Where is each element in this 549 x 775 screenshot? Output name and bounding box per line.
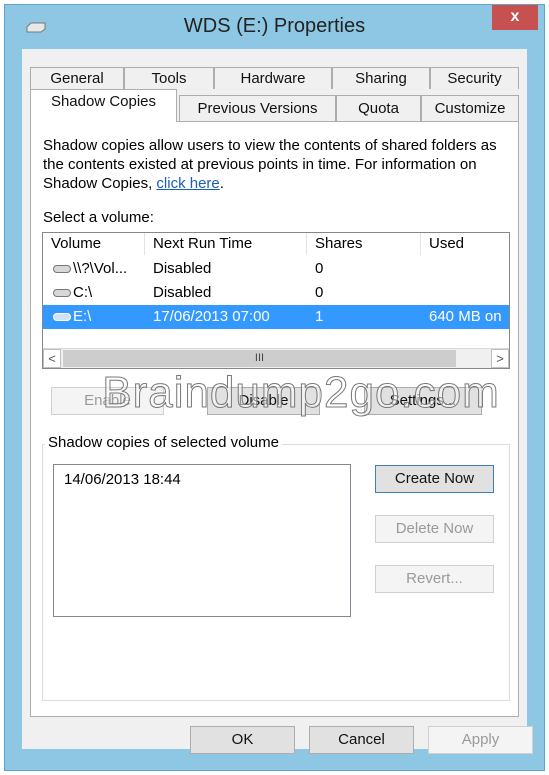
- tab-shadow-copies[interactable]: Shadow Copies: [30, 89, 177, 122]
- scroll-left-button[interactable]: <: [43, 349, 61, 368]
- volume-row[interactable]: C:\ Disabled 0: [43, 281, 509, 305]
- delete-now-button[interactable]: Delete Now: [375, 515, 494, 543]
- create-now-button[interactable]: Create Now: [375, 465, 494, 493]
- tab-quota[interactable]: Quota: [336, 95, 421, 121]
- cell-shares: 1: [315, 308, 324, 325]
- column-header-used[interactable]: Used: [421, 233, 509, 255]
- cell-next-run: Disabled: [153, 260, 212, 277]
- cell-next-run: Disabled: [153, 284, 212, 301]
- cancel-button[interactable]: Cancel: [309, 726, 414, 754]
- revert-button[interactable]: Revert...: [375, 565, 494, 593]
- tab-hardware[interactable]: Hardware: [214, 67, 332, 89]
- drive-icon: [53, 289, 71, 297]
- dialog-client: General Tools Hardware Sharing Security …: [22, 49, 533, 754]
- volume-row[interactable]: \\?\Vol... Disabled 0: [43, 257, 509, 281]
- description-text: Shadow copies allow users to view the co…: [43, 136, 511, 193]
- disable-button[interactable]: Disable: [207, 387, 320, 415]
- shadow-copy-item[interactable]: 14/06/2013 18:44: [64, 471, 181, 488]
- properties-window: WDS (E:) Properties x General Tools Hard…: [4, 4, 545, 771]
- settings-button[interactable]: Settings...: [364, 387, 482, 415]
- cell-shares: 0: [315, 260, 324, 277]
- cell-used: 640 MB on: [429, 308, 502, 325]
- scroll-right-button[interactable]: >: [491, 349, 509, 368]
- window-title: WDS (E:) Properties: [183, 15, 366, 37]
- description-body: Shadow copies allow users to view the co…: [43, 137, 497, 192]
- group-title: Shadow copies of selected volume: [45, 434, 282, 451]
- enable-button[interactable]: Enable: [51, 387, 164, 415]
- cell-next-run: 17/06/2013 07:00: [153, 308, 270, 325]
- tab-customize[interactable]: Customize: [421, 95, 519, 121]
- tab-general[interactable]: General: [30, 67, 124, 89]
- description-suffix: .: [219, 175, 224, 192]
- column-header-shares[interactable]: Shares: [307, 233, 421, 255]
- drive-icon: [53, 313, 71, 321]
- scroll-thumb[interactable]: III: [63, 350, 456, 367]
- volume-row-selected[interactable]: E:\ 17/06/2013 07:00 1 640 MB on: [43, 305, 509, 329]
- horizontal-scrollbar[interactable]: < III >: [43, 348, 509, 368]
- column-header-volume[interactable]: Volume: [43, 233, 145, 255]
- volume-list[interactable]: Volume Next Run Time Shares Used \\?\Vol…: [42, 232, 510, 369]
- volume-list-header: Volume Next Run Time Shares Used: [43, 233, 509, 256]
- cell-volume: \\?\Vol...: [73, 260, 128, 277]
- column-header-next-run-time[interactable]: Next Run Time: [145, 233, 307, 255]
- cell-volume: C:\: [73, 284, 93, 301]
- cell-shares: 0: [315, 284, 324, 301]
- select-volume-label: Select a volume:: [43, 209, 154, 226]
- title-bar[interactable]: WDS (E:) Properties x: [5, 5, 544, 49]
- tab-security[interactable]: Security: [430, 67, 519, 89]
- tab-previous-versions[interactable]: Previous Versions: [179, 95, 336, 121]
- apply-button[interactable]: Apply: [428, 726, 533, 754]
- tab-sharing[interactable]: Sharing: [332, 67, 430, 89]
- help-link[interactable]: click here: [156, 175, 219, 192]
- ok-button[interactable]: OK: [190, 726, 295, 754]
- shadow-copies-panel: Shadow copies allow users to view the co…: [30, 121, 519, 717]
- drive-icon: [53, 265, 71, 273]
- close-button[interactable]: x: [492, 5, 538, 30]
- tab-tools[interactable]: Tools: [124, 67, 214, 89]
- shadow-copy-list[interactable]: 14/06/2013 18:44: [53, 464, 351, 617]
- cell-volume: E:\: [73, 308, 92, 325]
